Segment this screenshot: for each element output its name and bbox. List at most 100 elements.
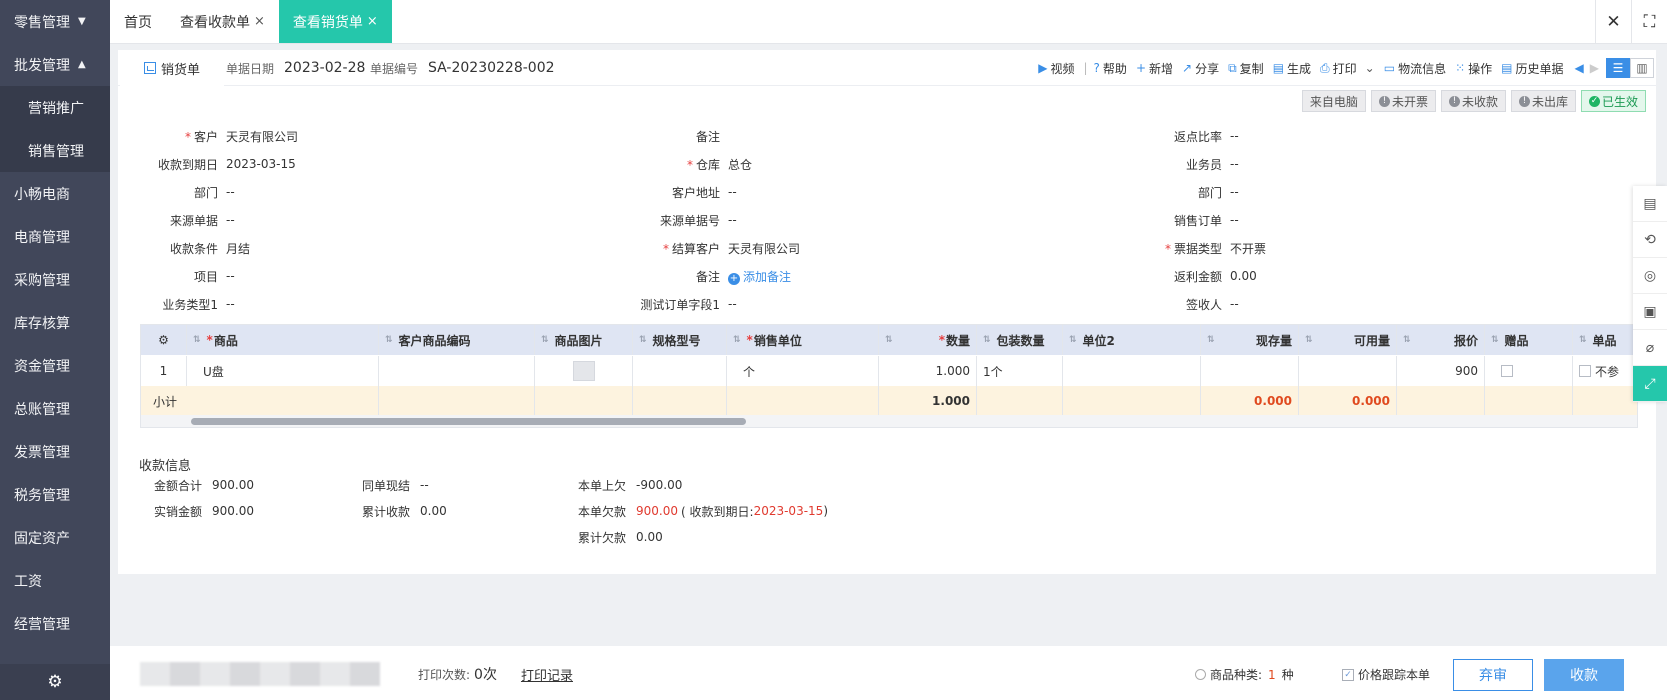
row-gift[interactable] bbox=[1485, 356, 1573, 386]
header-qty[interactable]: ⇅ * 数量 bbox=[879, 325, 977, 355]
tab-home[interactable]: 首页 bbox=[110, 0, 166, 43]
video-button[interactable]: ▶ 视频 bbox=[1038, 60, 1074, 77]
row-qty[interactable]: 1.000 bbox=[879, 356, 977, 386]
header-gift[interactable]: ⇅ 赠品 bbox=[1485, 325, 1573, 355]
expand-icon[interactable]: ⤢ bbox=[1633, 366, 1667, 402]
document-icon: ▤ bbox=[1272, 61, 1285, 75]
row-pack-qty[interactable]: 1个 bbox=[977, 356, 1063, 386]
print-record-link[interactable]: 打印记录 bbox=[521, 665, 573, 684]
sidebar-item-ledger[interactable]: 总账管理 bbox=[0, 387, 110, 430]
follow-price-checkbox[interactable]: ✓ bbox=[1342, 668, 1354, 681]
gift-checkbox[interactable] bbox=[1501, 365, 1513, 377]
row-single[interactable]: 不参 bbox=[1573, 356, 1637, 386]
row-unit2[interactable] bbox=[1063, 356, 1201, 386]
doc-date: 单据日期 2023-02-28 bbox=[226, 60, 366, 76]
sidebar-item-marketing[interactable]: 营销推广 bbox=[0, 86, 110, 129]
copy-button[interactable]: ⧉ 复制 bbox=[1228, 60, 1264, 77]
sort-icon: ⇅ bbox=[193, 335, 201, 345]
print-button[interactable]: ⎙ 打印 ⌄ bbox=[1320, 60, 1375, 77]
header-unit2[interactable]: ⇅ 单位2 bbox=[1063, 325, 1201, 355]
header-image[interactable]: ⇅ 商品图片 bbox=[535, 325, 633, 355]
header-avail[interactable]: ⇅ 可用量 bbox=[1299, 325, 1397, 355]
generate-button[interactable]: ▤ 生成 bbox=[1273, 60, 1311, 77]
table-row[interactable]: 1 U盘 个 1.000 1个 900 不参 bbox=[141, 356, 1637, 386]
share-button[interactable]: ↗ 分享 bbox=[1182, 60, 1219, 77]
row-image[interactable] bbox=[535, 356, 633, 386]
sort-icon: ⇅ bbox=[639, 335, 647, 345]
sidebar-item-retail[interactable]: 零售管理 ▼ bbox=[0, 0, 110, 43]
card-view-icon[interactable]: ▥ bbox=[1630, 58, 1654, 78]
source-badge: 来自电脑 bbox=[1301, 90, 1366, 112]
follow-price-option[interactable]: ✓ 价格跟踪本单 bbox=[1342, 666, 1430, 683]
prev-record-icon[interactable]: ◀ bbox=[1575, 61, 1584, 75]
tab-bar: 首页 查看收款单 × 查看销货单 × ✕ ⛶ bbox=[110, 0, 1667, 44]
header-single[interactable]: ⇅ 单品 bbox=[1573, 325, 1637, 355]
header-price[interactable]: ⇅ 报价 bbox=[1397, 325, 1485, 355]
header-cust-code[interactable]: ⇅ 客户商品编码 bbox=[379, 325, 535, 355]
row-spec[interactable] bbox=[633, 356, 727, 386]
print-info: 打印次数: 0次 打印记录 bbox=[418, 664, 573, 684]
owed-icon[interactable]: ◎ bbox=[1633, 258, 1667, 294]
scrollbar-thumb[interactable] bbox=[191, 418, 746, 425]
truck-icon: ▭ bbox=[1383, 61, 1396, 75]
sidebar-item-tax[interactable]: 税务管理 bbox=[0, 473, 110, 516]
row-product[interactable]: U盘 bbox=[187, 356, 379, 386]
sidebar-item-inventory[interactable]: 库存核算 bbox=[0, 301, 110, 344]
payment-terms-field: 收款条件 月结 bbox=[169, 241, 251, 256]
sidebar-item-assets[interactable]: 固定资产 bbox=[0, 516, 110, 559]
next-record-icon[interactable]: ▶ bbox=[1590, 61, 1599, 75]
sidebar-item-funds[interactable]: 资金管理 bbox=[0, 344, 110, 387]
column-settings-icon[interactable]: ⚙ bbox=[141, 325, 187, 355]
logistics-button[interactable]: ▭ 物流信息 bbox=[1384, 60, 1446, 77]
horizontal-scrollbar[interactable] bbox=[141, 415, 1637, 427]
single-checkbox[interactable] bbox=[1579, 365, 1591, 377]
current-owed: 本单欠款 900.00( 收款到期日: 2023-03-15 ) bbox=[578, 504, 828, 519]
department2-field: 部门 -- bbox=[1197, 185, 1239, 200]
discard-button[interactable]: 弃审 bbox=[1453, 659, 1533, 691]
source-doc-no-field: 来源单据号 -- bbox=[659, 213, 737, 228]
header-spec[interactable]: ⇅ 规格型号 bbox=[633, 325, 727, 355]
tab-view-receipt[interactable]: 查看收款单 × bbox=[166, 0, 279, 43]
tab-view-sales[interactable]: 查看销货单 × bbox=[278, 0, 392, 43]
operate-button[interactable]: ⁙ 操作 bbox=[1455, 60, 1492, 77]
header-pack-qty[interactable]: ⇅ 包装数量 bbox=[977, 325, 1063, 355]
header-unit[interactable]: ⇅ * 销售单位 bbox=[727, 325, 879, 355]
row-price[interactable]: 900 bbox=[1397, 356, 1485, 386]
notes-icon[interactable]: ▤ bbox=[1633, 186, 1667, 222]
sidebar-item-sales[interactable]: 销售管理 bbox=[0, 129, 110, 172]
sidebar-item-ecommerce[interactable]: 电商管理 bbox=[0, 215, 110, 258]
signer-field: 签收人 -- bbox=[1185, 297, 1239, 312]
collect-payment-button[interactable]: 收款 bbox=[1544, 659, 1624, 691]
gear-icon[interactable]: ⚙ bbox=[0, 664, 110, 700]
history-icon[interactable]: ⟲ bbox=[1633, 222, 1667, 258]
effective-status-badge: ✓ 已生效 bbox=[1580, 90, 1646, 112]
attachment-icon[interactable]: ⌀ bbox=[1633, 330, 1667, 366]
actual-amount: 实销金额 900.00 bbox=[154, 504, 255, 519]
row-cust-code[interactable] bbox=[379, 356, 535, 386]
list-view-icon[interactable]: ☰ bbox=[1606, 58, 1630, 78]
sort-icon: ⇅ bbox=[1069, 335, 1077, 345]
sidebar-item-payroll[interactable]: 工资 bbox=[0, 559, 110, 602]
doc-type-tab[interactable]: 销货单 bbox=[120, 52, 225, 86]
play-icon: ▶ bbox=[1038, 61, 1048, 75]
header-stock[interactable]: ⇅ 现存量 bbox=[1201, 325, 1299, 355]
history-button[interactable]: ▤ 历史单据 bbox=[1501, 60, 1563, 77]
payment-icon[interactable]: ▣ bbox=[1633, 294, 1667, 330]
header-product[interactable]: ⇅ * 商品 bbox=[187, 325, 379, 355]
close-window-icon[interactable]: ✕ bbox=[1595, 0, 1631, 44]
row-unit[interactable]: 个 bbox=[727, 356, 879, 386]
new-button[interactable]: + 新增 bbox=[1136, 60, 1173, 77]
help-button[interactable]: ?帮助 bbox=[1084, 60, 1127, 77]
sidebar-item-wholesale[interactable]: 批发管理 ▲ bbox=[0, 43, 110, 86]
toolbar: ▶视频 ?帮助 +新增 ↗分享 ⧉复制 ▤生成 ⎙打印⌄ ▭物流信息 ⁙操作 ▤… bbox=[1029, 56, 1654, 80]
close-icon[interactable]: × bbox=[367, 14, 378, 29]
fullscreen-icon[interactable]: ⛶ bbox=[1631, 0, 1667, 44]
sidebar-item-operations[interactable]: 经营管理 bbox=[0, 602, 110, 645]
sidebar-item-purchase[interactable]: 采购管理 bbox=[0, 258, 110, 301]
sidebar-item-xiaochang[interactable]: 小畅电商 bbox=[0, 172, 110, 215]
add-remark-link[interactable]: + 添加备注 bbox=[728, 268, 791, 285]
share-icon: ↗ bbox=[1182, 61, 1193, 75]
settle-customer-field: * 结算客户 天灵有限公司 bbox=[662, 241, 801, 256]
sidebar-item-invoice[interactable]: 发票管理 bbox=[0, 430, 110, 473]
close-icon[interactable]: × bbox=[254, 14, 265, 29]
